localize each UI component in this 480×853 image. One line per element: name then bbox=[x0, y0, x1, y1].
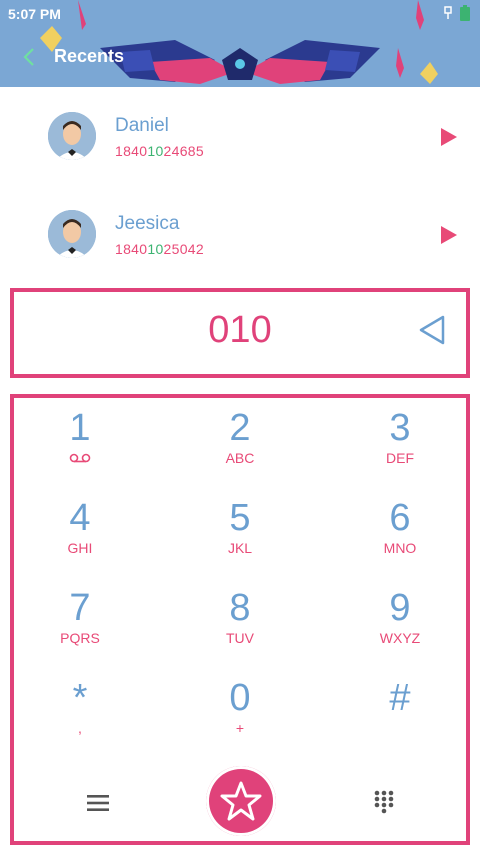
status-time: 5:07 PM bbox=[8, 6, 61, 22]
key-1[interactable]: 1 bbox=[20, 402, 140, 482]
key-letters: GHI bbox=[67, 540, 93, 556]
dialpad: 1 2 ABC 3 DEF 4 GHI 5 JKL 6 MNO 7 PQRS 8… bbox=[10, 394, 470, 845]
status-icons bbox=[442, 5, 470, 21]
header: 5:07 PM Recents bbox=[0, 0, 480, 87]
recent-item-daniel[interactable]: Daniel 18401024685 bbox=[0, 92, 480, 182]
key-star[interactable]: * , bbox=[20, 672, 140, 752]
voicemail-icon bbox=[20, 450, 140, 466]
recent-item-jeesica[interactable]: Jeesica 18401025042 bbox=[0, 190, 480, 280]
usb-icon bbox=[444, 6, 452, 19]
key-letters: + bbox=[235, 720, 245, 736]
key-letters: MNO bbox=[383, 540, 417, 556]
person-icon bbox=[48, 112, 96, 160]
key-9[interactable]: 9 WXYZ bbox=[340, 582, 460, 662]
key-letters: TUV bbox=[226, 630, 254, 646]
key-digit: 8 bbox=[229, 587, 251, 629]
key-letters: , bbox=[78, 720, 82, 736]
battery-icon bbox=[460, 5, 470, 21]
header-title: Recents bbox=[54, 46, 125, 66]
key-6[interactable]: 6 MNO bbox=[340, 492, 460, 572]
key-digit: 6 bbox=[389, 497, 411, 539]
contact-number: 18401024685 bbox=[115, 143, 204, 159]
contact-name: Daniel bbox=[115, 115, 169, 136]
key-letters: ABC bbox=[225, 450, 255, 466]
key-letters: WXYZ bbox=[379, 630, 421, 646]
backspace-icon[interactable] bbox=[418, 314, 446, 346]
menu-icon bbox=[87, 795, 109, 811]
key-digit: 1 bbox=[69, 407, 91, 449]
star-icon bbox=[220, 781, 262, 821]
key-digit: 9 bbox=[389, 587, 411, 629]
key-letters: PQRS bbox=[60, 630, 100, 646]
key-digit: 5 bbox=[229, 497, 251, 539]
avatar bbox=[48, 112, 96, 160]
key-3[interactable]: 3 DEF bbox=[340, 402, 460, 482]
key-0[interactable]: 0 + bbox=[180, 672, 300, 752]
key-digit: # bbox=[389, 677, 411, 719]
key-digit: * bbox=[72, 677, 88, 719]
person-icon bbox=[48, 210, 96, 258]
call-button[interactable] bbox=[206, 766, 276, 836]
key-digit: 7 bbox=[69, 587, 91, 629]
dialpad-toggle-button[interactable] bbox=[364, 784, 404, 820]
key-letters: DEF bbox=[386, 450, 414, 466]
header-bird-illustration bbox=[40, 0, 438, 84]
key-2[interactable]: 2 ABC bbox=[180, 402, 300, 482]
number-display: 010 bbox=[10, 288, 470, 378]
dialpad-grid-icon bbox=[374, 790, 394, 814]
contact-number: 18401025042 bbox=[115, 241, 204, 257]
key-5[interactable]: 5 JKL bbox=[180, 492, 300, 572]
key-7[interactable]: 7 PQRS bbox=[20, 582, 140, 662]
play-icon[interactable] bbox=[440, 127, 458, 147]
back-button[interactable] bbox=[18, 44, 40, 70]
key-8[interactable]: 8 TUV bbox=[180, 582, 300, 662]
key-4[interactable]: 4 GHI bbox=[20, 492, 140, 572]
key-digit: 4 bbox=[69, 497, 91, 539]
contact-name: Jeesica bbox=[115, 213, 180, 234]
key-hash[interactable]: # bbox=[340, 672, 460, 752]
key-letters: JKL bbox=[227, 540, 253, 556]
menu-button[interactable] bbox=[78, 786, 118, 820]
play-icon[interactable] bbox=[440, 225, 458, 245]
back-arrow-icon bbox=[23, 48, 34, 66]
avatar bbox=[48, 210, 96, 258]
key-digit: 3 bbox=[389, 407, 411, 449]
dialed-number: 010 bbox=[208, 309, 272, 351]
key-digit: 2 bbox=[229, 407, 251, 449]
key-digit: 0 bbox=[229, 677, 251, 719]
